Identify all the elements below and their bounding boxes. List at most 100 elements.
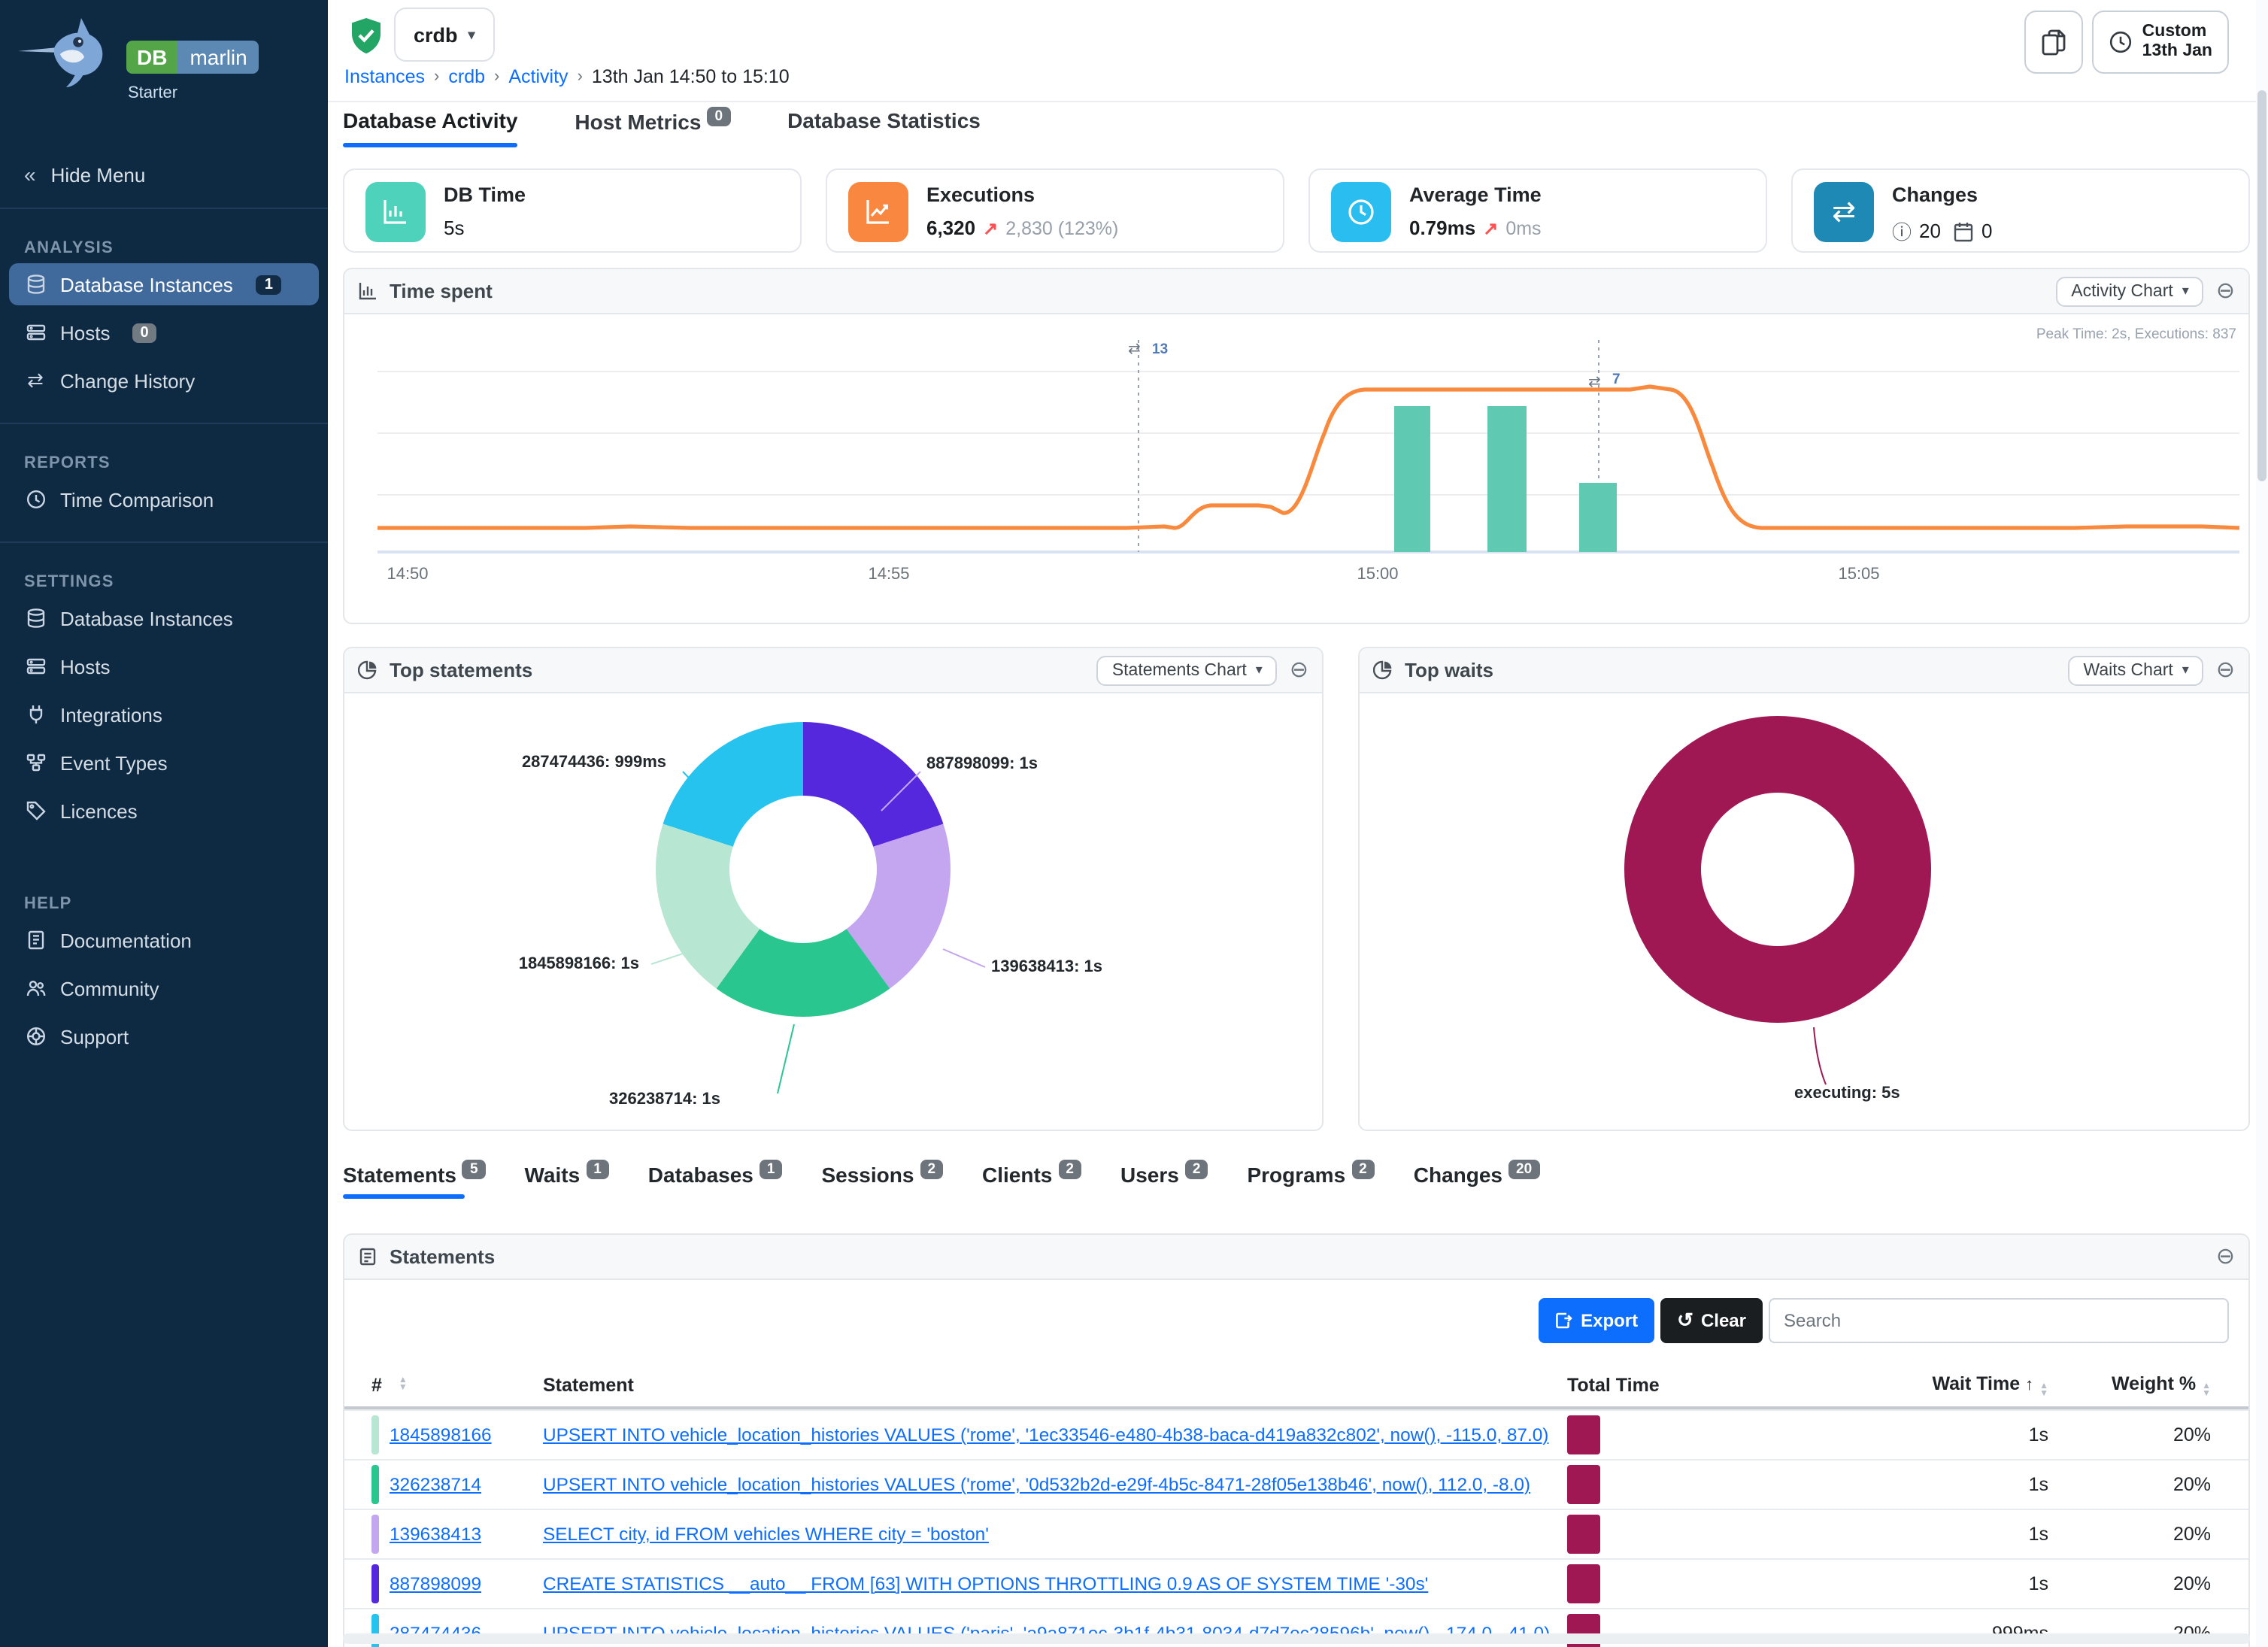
executions-bar[interactable] [1487, 406, 1527, 552]
statement-link[interactable]: UPSERT INTO vehicle_location_histories V… [543, 1474, 1530, 1495]
col-id[interactable]: # [371, 1375, 382, 1396]
statement-link[interactable]: UPSERT INTO vehicle_location_histories V… [543, 1424, 1548, 1445]
detail-tab-statements[interactable]: Statements5 [343, 1161, 486, 1199]
horizontal-scrollbar[interactable] [343, 1633, 2250, 1644]
detail-tab-clients[interactable]: Clients2 [982, 1161, 1081, 1199]
instance-name: crdb [414, 23, 458, 46]
copy-icon [2042, 28, 2067, 56]
sidebar-item-licences[interactable]: Licences [9, 790, 319, 832]
tab-badge: 2 [1185, 1160, 1208, 1179]
detail-tab-programs[interactable]: Programs2 [1247, 1161, 1374, 1199]
x-tick: 14:55 [868, 564, 909, 583]
statement-id-link[interactable]: 139638413 [390, 1524, 481, 1545]
sidebar-item-support[interactable]: Support [9, 1015, 319, 1057]
sidebar-item-settings-database-instances[interactable]: Database Instances [9, 597, 319, 639]
topbar: crdb ▾ Instances › crdb › Activity › 13t… [328, 0, 2268, 102]
statement-link[interactable]: SELECT city, id FROM vehicles WHERE city… [543, 1524, 989, 1545]
collapse-panel-icon[interactable]: ⊖ [2216, 659, 2235, 681]
detail-tab-changes[interactable]: Changes20 [1414, 1161, 1539, 1199]
statement-list-icon [358, 1247, 377, 1266]
kpi-title: Executions [926, 184, 1035, 206]
table-toolbar: Export ↺ Clear [1539, 1298, 2229, 1343]
detail-tab-waits[interactable]: Waits1 [525, 1161, 609, 1199]
sidebar-item-time-comparison[interactable]: Time Comparison [9, 478, 319, 520]
wait-time-cell: 1s [1703, 1524, 2048, 1545]
time-spent-chart[interactable]: Peak Time: 2s, Executions: 837 ⇄ 13 ⇄ 7 … [344, 314, 2250, 624]
tab-label: Statements [343, 1163, 456, 1187]
panel-title: Top statements [390, 659, 532, 681]
tab-database-activity[interactable]: Database Activity [343, 108, 517, 147]
executions-bar[interactable] [1579, 483, 1617, 552]
col-wait-time[interactable]: Wait Time [1932, 1372, 2020, 1394]
collapse-panel-icon[interactable]: ⊖ [2216, 280, 2235, 302]
table-row: 139638413 SELECT city, id FROM vehicles … [344, 1509, 2248, 1558]
table-row: 887898099 CREATE STATISTICS __auto__ FRO… [344, 1558, 2248, 1608]
col-weight[interactable]: Weight % [2112, 1372, 2196, 1394]
activity-chart-selector[interactable]: Activity Chart ▾ [2056, 276, 2204, 306]
executions-bar[interactable] [1394, 406, 1430, 552]
tab-label: Database Statistics [787, 108, 981, 132]
clock-icon [1331, 182, 1391, 242]
detail-tab-users[interactable]: Users2 [1120, 1161, 1208, 1199]
detail-tab-sessions[interactable]: Sessions2 [821, 1161, 943, 1199]
collapse-panel-icon[interactable]: ⊖ [1290, 659, 1308, 681]
col-statement[interactable]: Statement [543, 1375, 634, 1396]
col-total-time[interactable]: Total Time [1567, 1375, 1660, 1396]
swap-arrows-icon: ⇄ [1814, 182, 1874, 242]
detail-tab-databases[interactable]: Databases1 [648, 1161, 783, 1199]
topbar-actions: Custom 13th Jan [2025, 11, 2229, 74]
sidebar-item-event-types[interactable]: Event Types [9, 742, 319, 784]
vertical-scrollbar[interactable] [2256, 0, 2268, 1647]
tab-host-metrics[interactable]: Host Metrics0 [575, 108, 730, 147]
trend-up-icon: ↗ [1483, 217, 1498, 238]
sort-icon[interactable]: ▲▼ [399, 1378, 408, 1393]
sidebar-item-integrations[interactable]: Integrations [9, 693, 319, 736]
statement-id-link[interactable]: 326238714 [390, 1474, 481, 1495]
scrollbar-thumb[interactable] [2257, 90, 2266, 481]
time-range-button[interactable]: Custom 13th Jan [2093, 11, 2229, 74]
sidebar-item-documentation[interactable]: Documentation [9, 919, 319, 961]
range-line2: 13th Jan [2142, 42, 2212, 62]
breadcrumb-separator: › [494, 68, 499, 86]
export-button[interactable]: Export [1539, 1298, 1654, 1343]
sidebar-item-database-instances[interactable]: Database Instances 1 [9, 263, 319, 305]
sidebar-item-hosts[interactable]: Hosts 0 [9, 311, 319, 353]
waits-donut[interactable] [1624, 716, 1931, 1023]
statement-id-link[interactable]: 887898099 [390, 1573, 481, 1594]
breadcrumb-crdb[interactable]: crdb [448, 66, 485, 87]
statement-id-link[interactable]: 1845898166 [390, 1424, 492, 1445]
kpi-value: 0.79ms [1409, 217, 1475, 239]
top-waits-header: Top waits Waits Chart ▾ ⊖ [1360, 648, 2248, 693]
statements-chart-selector[interactable]: Statements Chart ▾ [1097, 655, 1278, 685]
sidebar-item-settings-hosts[interactable]: Hosts [9, 645, 319, 687]
tab-label: Clients [982, 1163, 1052, 1187]
tab-database-statistics[interactable]: Database Statistics [787, 108, 981, 147]
hide-menu-button[interactable]: « Hide Menu [24, 162, 328, 187]
breadcrumb-activity[interactable]: Activity [508, 66, 568, 87]
chart-icon [358, 281, 377, 301]
instance-selector[interactable]: crdb ▾ [394, 8, 495, 62]
breadcrumb-instances[interactable]: Instances [344, 66, 425, 87]
panel-title: Top waits [1405, 659, 1493, 681]
slice-label-326238714: 326238714: 1s [609, 1090, 720, 1109]
statement-color-tag [371, 1415, 379, 1454]
waits-chart-selector[interactable]: Waits Chart ▾ [2069, 655, 2204, 685]
sidebar: DB marlin Starter « Hide Menu ANALYSIS D… [0, 0, 328, 1647]
sort-icon[interactable]: ▲▼ [2039, 1383, 2048, 1398]
sidebar-item-change-history[interactable]: ⇄ Change History [9, 359, 319, 402]
tab-badge: 1 [586, 1160, 609, 1179]
collapse-panel-icon[interactable]: ⊖ [2216, 1245, 2235, 1268]
copy-link-button[interactable] [2025, 11, 2084, 74]
statements-table: #▲▼ Statement Total Time Wait Time ↑▲▼ W… [344, 1364, 2248, 1647]
hosts-icon [24, 655, 47, 678]
logo[interactable]: DB marlin Starter [0, 0, 328, 117]
statements-donut[interactable] [656, 722, 951, 1017]
marlin-fish-logo [15, 9, 123, 93]
clear-button[interactable]: ↺ Clear [1660, 1298, 1763, 1343]
sidebar-item-community[interactable]: Community [9, 967, 319, 1009]
sort-icon[interactable]: ▲▼ [2202, 1383, 2211, 1398]
search-input[interactable] [1769, 1298, 2229, 1343]
sidebar-item-label: Time Comparison [60, 488, 214, 511]
statement-link[interactable]: CREATE STATISTICS __auto__ FROM [63] WIT… [543, 1573, 1428, 1594]
clock-icon [24, 488, 47, 511]
